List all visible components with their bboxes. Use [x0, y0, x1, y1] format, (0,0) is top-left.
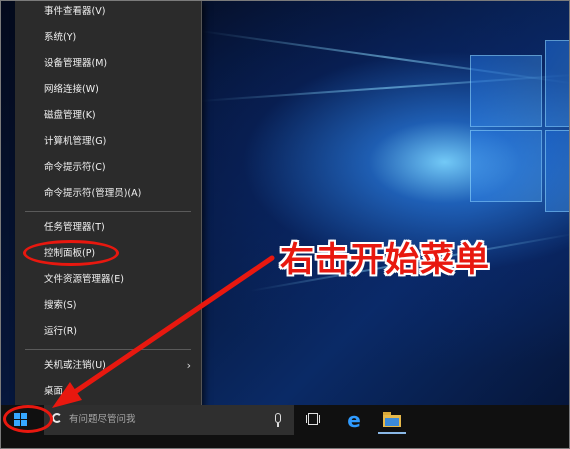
- active-app-indicator: [378, 432, 406, 434]
- menu-item-file-explorer[interactable]: 文件资源管理器(E): [15, 267, 201, 293]
- menu-item-label: 关机或注销(U): [44, 360, 106, 371]
- search-placeholder: 有问题尽管问我: [69, 414, 136, 425]
- file-explorer-icon[interactable]: [383, 412, 401, 427]
- menu-item-search[interactable]: 搜索(S): [15, 293, 201, 319]
- menu-item-task-manager[interactable]: 任务管理器(T): [15, 215, 201, 241]
- menu-item-system[interactable]: 系统(Y): [15, 25, 201, 51]
- winx-context-menu: 事件查看器(V) 系统(Y) 设备管理器(M) 网络连接(W) 磁盘管理(K) …: [15, 0, 202, 413]
- highlight-oval-control-panel: [23, 240, 119, 266]
- menu-item-run[interactable]: 运行(R): [15, 319, 201, 345]
- annotation-caption: 右击开始菜单: [280, 240, 490, 280]
- menu-item-network-connections[interactable]: 网络连接(W): [15, 77, 201, 103]
- menu-item-command-prompt[interactable]: 命令提示符(C): [15, 155, 201, 181]
- search-circle-icon: [52, 413, 62, 423]
- taskbar: 有问题尽管问我 e: [0, 405, 570, 449]
- menu-separator: [25, 211, 191, 212]
- highlight-oval-start-button: [3, 405, 53, 433]
- task-view-icon[interactable]: [305, 412, 321, 426]
- menu-item-command-prompt-admin[interactable]: 命令提示符(管理员)(A): [15, 181, 201, 207]
- menu-separator: [25, 349, 191, 350]
- menu-item-device-manager[interactable]: 设备管理器(M): [15, 51, 201, 77]
- menu-item-disk-management[interactable]: 磁盘管理(K): [15, 103, 201, 129]
- chevron-right-icon: ›: [186, 359, 191, 372]
- microphone-stand: [277, 423, 279, 427]
- menu-item-shutdown-signout[interactable]: 关机或注销(U) ›: [15, 353, 201, 379]
- microphone-icon[interactable]: [275, 413, 281, 423]
- edge-browser-icon[interactable]: e: [344, 410, 364, 430]
- cortana-search-box[interactable]: 有问题尽管问我: [44, 405, 294, 435]
- menu-item-computer-management[interactable]: 计算机管理(G): [15, 129, 201, 155]
- menu-item-desktop[interactable]: 桌面: [15, 379, 201, 405]
- menu-item-event-viewer[interactable]: 事件查看器(V): [15, 0, 201, 25]
